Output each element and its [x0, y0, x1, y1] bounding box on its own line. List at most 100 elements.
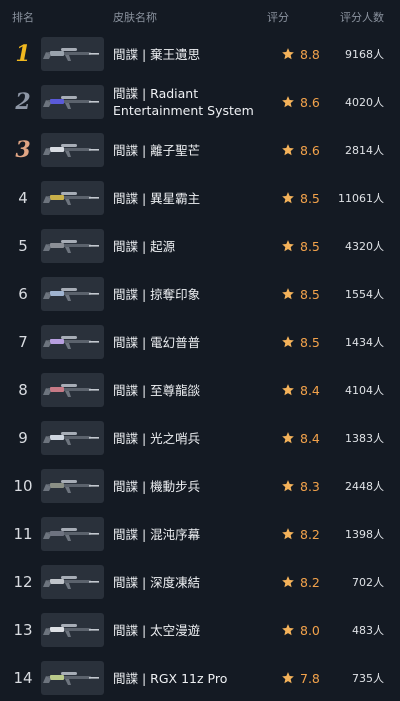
rating-count: 1434人	[345, 336, 384, 349]
rating-count: 4320人	[345, 240, 384, 253]
sniper-rifle-skin-thumbnail[interactable]	[41, 421, 104, 455]
rating: 7.8	[281, 654, 320, 701]
table-header: 排名 皮肤名称 评分 评分人数	[0, 0, 400, 30]
rating: 8.5	[281, 270, 320, 318]
rifle-icon	[43, 528, 99, 541]
sniper-rifle-skin-thumbnail[interactable]	[41, 661, 104, 695]
rating-count: 2814人	[345, 144, 384, 157]
skin-name[interactable]: 間諜 | 混沌序幕	[113, 510, 263, 558]
rank-number: 7	[18, 333, 28, 351]
ranking-row[interactable]: 2 間諜 | Radiant Entertainment System 8.6 402…	[0, 78, 400, 126]
rank-number: 13	[13, 621, 33, 639]
rifle-icon	[43, 480, 99, 493]
rating-value: 7.8	[300, 670, 320, 686]
ranking-row[interactable]: 5 間諜 | 起源 8.5 4320人	[0, 222, 400, 270]
skin-name[interactable]: 間諜 | 起源	[113, 222, 263, 270]
star-icon	[282, 240, 294, 252]
rank-number: 14	[13, 669, 33, 687]
ranking-row[interactable]: 13 間諜 | 太空漫遊 8.0 483人	[0, 606, 400, 654]
star-icon	[282, 528, 294, 540]
rating-count: 735人	[352, 672, 384, 685]
sniper-rifle-skin-thumbnail[interactable]	[41, 373, 104, 407]
rating-count: 4104人	[345, 384, 384, 397]
skin-name[interactable]: 間諜 | RGX 11z Pro	[113, 654, 263, 701]
rating: 8.5	[281, 174, 320, 222]
skin-name[interactable]: 間諜 | 電幻普普	[113, 318, 263, 366]
skin-name[interactable]: 間諜 | 至尊龍燄	[113, 366, 263, 414]
rating-value: 8.2	[300, 574, 320, 590]
rating: 8.5	[281, 318, 320, 366]
header-skin-name: 皮肤名称	[113, 11, 157, 24]
sniper-rifle-skin-thumbnail[interactable]	[41, 469, 104, 503]
skin-name[interactable]: 間諜 | 異星霸主	[113, 174, 263, 222]
sniper-rifle-skin-thumbnail[interactable]	[41, 325, 104, 359]
star-icon	[282, 144, 294, 156]
skin-name[interactable]: 間諜 | 機動步兵	[113, 462, 263, 510]
star-icon	[282, 624, 294, 636]
rating-count: 11061人	[338, 192, 384, 205]
ranking-row[interactable]: 14 間諜 | RGX 11z Pro 7.8 735人	[0, 654, 400, 701]
rifle-icon	[43, 288, 99, 301]
sniper-rifle-skin-thumbnail[interactable]	[41, 565, 104, 599]
rifle-icon	[43, 48, 99, 61]
skin-name[interactable]: 間諜 | 棄王遺思	[113, 30, 263, 78]
rating-count: 702人	[352, 576, 384, 589]
sniper-rifle-skin-thumbnail[interactable]	[41, 517, 104, 551]
ranking-row[interactable]: 8 間諜 | 至尊龍燄 8.4 4104人	[0, 366, 400, 414]
ranking-row[interactable]: 4 間諜 | 異星霸主 8.5 11061人	[0, 174, 400, 222]
ranking-row[interactable]: 11 間諜 | 混沌序幕 8.2 1398人	[0, 510, 400, 558]
rank-number: 5	[18, 237, 28, 255]
sniper-rifle-skin-thumbnail[interactable]	[41, 85, 104, 119]
rifle-icon	[43, 672, 99, 685]
ranking-row[interactable]: 7 間諜 | 電幻普普 8.5 1434人	[0, 318, 400, 366]
rating: 8.0	[281, 606, 320, 654]
ranking-row[interactable]: 6 間諜 | 掠奪印象 8.5 1554人	[0, 270, 400, 318]
rating-count: 1554人	[345, 288, 384, 301]
star-icon	[282, 432, 294, 444]
rank-number: 12	[13, 573, 33, 591]
skin-rating-page: 排名 皮肤名称 评分 评分人数 1 間諜 | 棄王遺思 8.8 9168人 2 間諜 | …	[0, 0, 400, 701]
ranking-row[interactable]: 9 間諜 | 光之哨兵 8.4 1383人	[0, 414, 400, 462]
rifle-icon	[43, 96, 99, 109]
rating-value: 8.4	[300, 382, 320, 398]
rating-count: 1398人	[345, 528, 384, 541]
skin-name[interactable]: 間諜 | Radiant Entertainment System	[113, 78, 263, 126]
rating-value: 8.5	[300, 286, 320, 302]
star-icon	[282, 576, 294, 588]
star-icon	[282, 480, 294, 492]
rating: 8.2	[281, 558, 320, 606]
sniper-rifle-skin-thumbnail[interactable]	[41, 277, 104, 311]
sniper-rifle-skin-thumbnail[interactable]	[41, 133, 104, 167]
skin-name[interactable]: 間諜 | 太空漫遊	[113, 606, 263, 654]
sniper-rifle-skin-thumbnail[interactable]	[41, 181, 104, 215]
rating-value: 8.0	[300, 622, 320, 638]
rifle-icon	[43, 240, 99, 253]
rating-count: 4020人	[345, 96, 384, 109]
sniper-rifle-skin-thumbnail[interactable]	[41, 613, 104, 647]
rifle-icon	[43, 144, 99, 157]
skin-name[interactable]: 間諜 | 深度凍結	[113, 558, 263, 606]
rifle-icon	[43, 624, 99, 637]
rank-number: 9	[18, 429, 28, 447]
skin-name[interactable]: 間諜 | 離子聖芒	[113, 126, 263, 174]
rating-count: 2448人	[345, 480, 384, 493]
skin-name[interactable]: 間諜 | 光之哨兵	[113, 414, 263, 462]
rank-number: 3	[15, 137, 31, 163]
star-icon	[282, 288, 294, 300]
rating-value: 8.8	[300, 46, 320, 62]
header-rating: 评分	[267, 11, 289, 24]
header-rank: 排名	[12, 11, 34, 24]
rank-number: 10	[13, 477, 33, 495]
rating-count: 1383人	[345, 432, 384, 445]
rating: 8.4	[281, 414, 320, 462]
ranking-row[interactable]: 3 間諜 | 離子聖芒 8.6 2814人	[0, 126, 400, 174]
sniper-rifle-skin-thumbnail[interactable]	[41, 37, 104, 71]
rating-value: 8.4	[300, 430, 320, 446]
ranking-row[interactable]: 10 間諜 | 機動步兵 8.3 2448人	[0, 462, 400, 510]
sniper-rifle-skin-thumbnail[interactable]	[41, 229, 104, 263]
rank-number: 4	[18, 189, 28, 207]
ranking-row[interactable]: 1 間諜 | 棄王遺思 8.8 9168人	[0, 30, 400, 78]
ranking-row[interactable]: 12 間諜 | 深度凍結 8.2 702人	[0, 558, 400, 606]
skin-name[interactable]: 間諜 | 掠奪印象	[113, 270, 263, 318]
rating-value: 8.6	[300, 142, 320, 158]
